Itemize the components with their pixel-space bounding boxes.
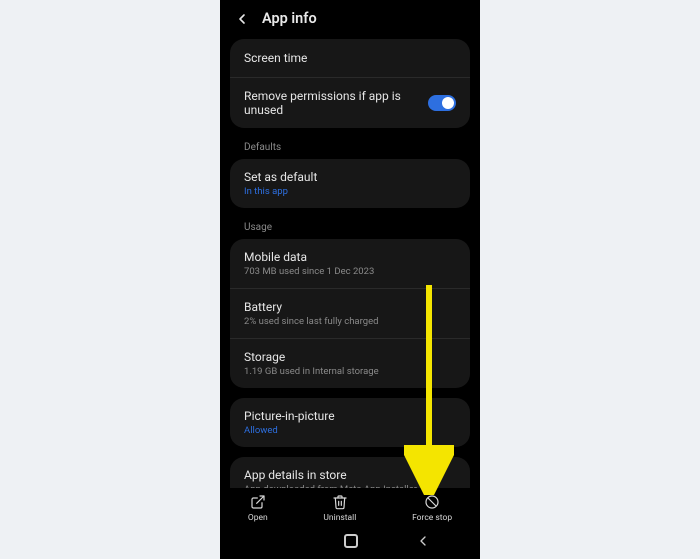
page-title: App info	[262, 10, 317, 27]
storage-sub: 1.19 GB used in Internal storage	[244, 366, 379, 377]
set-default-sub: In this app	[244, 186, 317, 197]
uninstall-button[interactable]: Uninstall	[323, 494, 356, 523]
open-button[interactable]: Open	[248, 494, 268, 523]
force-stop-label: Force stop	[412, 513, 452, 523]
card-defaults: Set as default In this app	[230, 159, 470, 208]
nav-back-icon[interactable]	[415, 533, 431, 549]
screen-time-label: Screen time	[244, 51, 307, 65]
home-icon[interactable]	[344, 534, 358, 548]
bottom-actions: Open Uninstall Force stop	[220, 488, 480, 527]
pip-title: Picture-in-picture	[244, 409, 335, 423]
card-app-details: App details in store App downloaded from…	[230, 457, 470, 488]
row-remove-permissions[interactable]: Remove permissions if app is unused	[230, 77, 470, 128]
content: Screen time Remove permissions if app is…	[220, 35, 480, 488]
card-usage: Mobile data 703 MB used since 1 Dec 2023…	[230, 239, 470, 388]
row-screen-time[interactable]: Screen time	[230, 39, 470, 77]
row-storage[interactable]: Storage 1.19 GB used in Internal storage	[230, 338, 470, 388]
mobile-data-title: Mobile data	[244, 250, 374, 264]
open-label: Open	[248, 513, 268, 523]
header: App info	[220, 0, 480, 35]
row-set-default[interactable]: Set as default In this app	[230, 159, 470, 208]
mobile-data-sub: 703 MB used since 1 Dec 2023	[244, 266, 374, 277]
app-details-title: App details in store	[244, 468, 417, 482]
remove-permissions-label: Remove permissions if app is unused	[244, 89, 428, 117]
trash-icon	[332, 494, 348, 510]
recents-icon[interactable]	[269, 540, 287, 542]
back-icon[interactable]	[234, 11, 250, 27]
stop-icon	[424, 494, 440, 510]
force-stop-button[interactable]: Force stop	[412, 494, 452, 523]
section-usage: Usage	[230, 218, 470, 239]
card-basic: Screen time Remove permissions if app is…	[230, 39, 470, 128]
storage-title: Storage	[244, 350, 379, 364]
row-app-details[interactable]: App details in store App downloaded from…	[230, 457, 470, 488]
toggle-remove-permissions[interactable]	[428, 95, 456, 111]
row-battery[interactable]: Battery 2% used since last fully charged	[230, 288, 470, 338]
set-default-title: Set as default	[244, 170, 317, 184]
uninstall-label: Uninstall	[323, 513, 356, 523]
phone-screen: App info Screen time Remove permissions …	[220, 0, 480, 559]
open-icon	[250, 494, 266, 510]
battery-title: Battery	[244, 300, 378, 314]
row-pip[interactable]: Picture-in-picture Allowed	[230, 398, 470, 447]
pip-sub: Allowed	[244, 425, 335, 436]
android-navbar	[220, 527, 480, 559]
section-defaults: Defaults	[230, 138, 470, 159]
battery-sub: 2% used since last fully charged	[244, 316, 378, 327]
card-pip: Picture-in-picture Allowed	[230, 398, 470, 447]
row-mobile-data[interactable]: Mobile data 703 MB used since 1 Dec 2023	[230, 239, 470, 288]
